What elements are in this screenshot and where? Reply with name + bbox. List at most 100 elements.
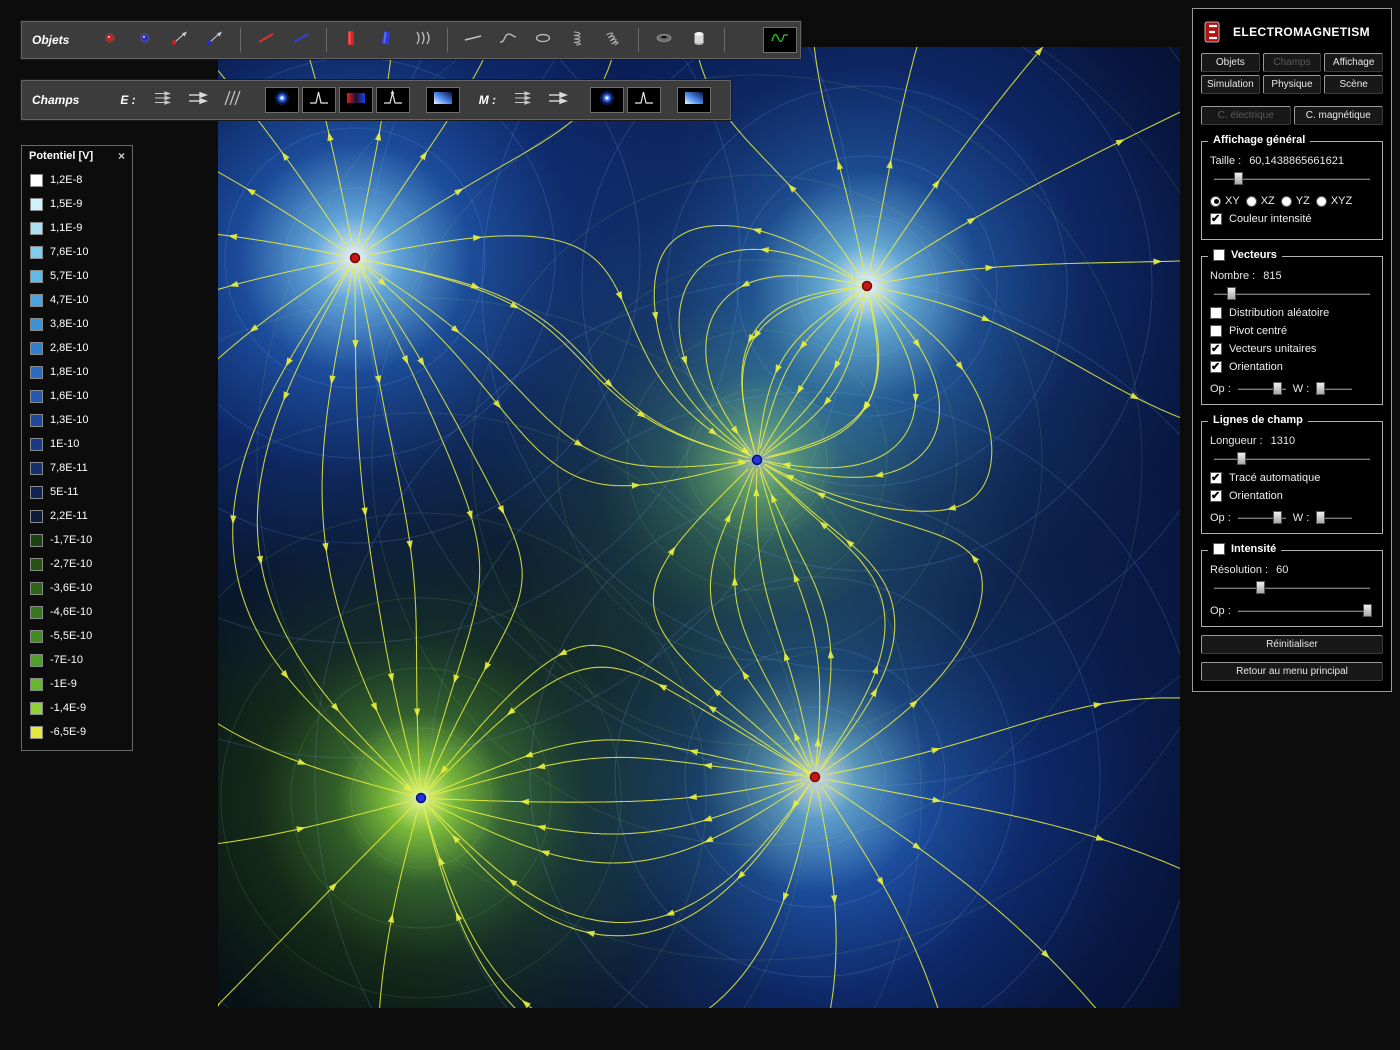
tool-arrows-sm-button[interactable] <box>147 87 179 113</box>
plane-radio-xy[interactable] <box>1210 196 1221 207</box>
tool-vector-blue-button[interactable] <box>199 27 231 53</box>
vecteurs-enable-checkbox[interactable] <box>1213 249 1225 261</box>
slider-thumb[interactable] <box>1256 581 1265 594</box>
nav-button-simulation[interactable]: Simulation <box>1201 75 1260 94</box>
toolbar-separator <box>240 28 241 52</box>
tool-arrows-lg-button[interactable] <box>542 87 574 113</box>
intensite-enable-checkbox[interactable] <box>1213 543 1225 555</box>
legend-entry: 5E-11 <box>22 480 132 504</box>
group-lignes-de-champ: Lignes de champ Longueur : 1310 Tracé au… <box>1201 421 1383 534</box>
tool-ac-source-button[interactable] <box>763 27 797 53</box>
plane-radio-xyz[interactable] <box>1316 196 1327 207</box>
couleur-intensite-checkbox[interactable] <box>1210 213 1222 225</box>
legend-value: 1,6E-10 <box>50 390 89 402</box>
torus-icon <box>653 29 675 52</box>
vecteurs-pivot-centr--checkbox[interactable] <box>1210 325 1222 337</box>
taille-slider[interactable] <box>1212 171 1372 186</box>
tool-peak-arrow-button[interactable] <box>376 87 410 113</box>
legend-color-swatch <box>30 462 43 475</box>
nombre-slider[interactable] <box>1212 286 1372 301</box>
nav-button-sc-ne[interactable]: Scène <box>1324 75 1383 94</box>
lignes-width-slider[interactable] <box>1314 510 1354 525</box>
legend-value: 7,6E-10 <box>50 246 89 258</box>
field-type-tabs: C. électriqueC. magnétique <box>1193 106 1391 125</box>
tool-vector-red-button[interactable] <box>164 27 196 53</box>
tool-magnet-red-button[interactable] <box>336 27 368 53</box>
vecteurs-row: Distribution aléatoire <box>1210 307 1374 319</box>
legend-value: 1,3E-10 <box>50 414 89 426</box>
lignes-opacity-slider[interactable] <box>1236 510 1288 525</box>
tool-particle-blue-button[interactable] <box>129 27 161 53</box>
vecteurs-opacity-slider[interactable] <box>1236 381 1288 396</box>
tool-curve-s-button[interactable] <box>492 27 524 53</box>
tool-loop-button[interactable] <box>527 27 559 53</box>
tool-blue-tile-button[interactable] <box>677 87 711 113</box>
slider-thumb[interactable] <box>1273 382 1282 395</box>
tool-glow-dot-button[interactable] <box>590 87 624 113</box>
tool-torus-button[interactable] <box>648 27 680 53</box>
tool-solenoid-v-button[interactable] <box>562 27 594 53</box>
vecteurs-orientation-checkbox[interactable] <box>1210 361 1222 373</box>
tool-cylinder-button[interactable] <box>683 27 715 53</box>
tool-color-scale-button[interactable] <box>339 87 373 113</box>
legend-value: -1,7E-10 <box>50 534 92 546</box>
tab-c-magn-tique[interactable]: C. magnétique <box>1294 106 1384 125</box>
slider-thumb[interactable] <box>1234 172 1243 185</box>
slider-thumb[interactable] <box>1363 604 1372 617</box>
lignes-trac-automatique-checkbox[interactable] <box>1210 472 1222 484</box>
tool-wire-button[interactable] <box>457 27 489 53</box>
tool-magnet-blue-button[interactable] <box>371 27 403 53</box>
tool-arrows-lg-button[interactable] <box>182 87 214 113</box>
resolution-label: Résolution : <box>1210 564 1268 576</box>
reset-button[interactable]: Réinitialiser <box>1201 635 1383 654</box>
vecteurs-row: Orientation <box>1210 361 1374 373</box>
group-intensite-legend: Intensité <box>1208 543 1281 555</box>
plane-radio-xz[interactable] <box>1246 196 1257 207</box>
slider-thumb[interactable] <box>1273 511 1282 524</box>
tool-particle-red-button[interactable] <box>94 27 126 53</box>
tool-peak-button[interactable] <box>302 87 336 113</box>
close-icon[interactable]: × <box>118 151 125 161</box>
legend-color-swatch <box>30 390 43 403</box>
legend-entry: -5,5E-10 <box>22 624 132 648</box>
nav-button-objets[interactable]: Objets <box>1201 53 1260 72</box>
lignes-orientation-checkbox[interactable] <box>1210 490 1222 502</box>
toolbar-separator <box>326 28 327 52</box>
intensite-opacity-slider[interactable] <box>1236 603 1374 618</box>
longueur-slider[interactable] <box>1212 451 1372 466</box>
tool-solenoid-s-button[interactable] <box>597 27 629 53</box>
tool-coil-button[interactable] <box>406 27 438 53</box>
vecteurs-label: Distribution aléatoire <box>1229 307 1329 319</box>
nav-button-physique[interactable]: Physique <box>1263 75 1322 94</box>
vecteurs-distribution-al-atoire-checkbox[interactable] <box>1210 307 1222 319</box>
nav-button-champs[interactable]: Champs <box>1263 53 1322 72</box>
legend-color-swatch <box>30 558 43 571</box>
tool-slant-lines-button[interactable] <box>217 87 249 113</box>
slider-thumb[interactable] <box>1237 452 1246 465</box>
group-title: Lignes de champ <box>1213 414 1303 426</box>
slider-track <box>1214 587 1370 589</box>
potential-legend-panel: Potentiel [V] × 1,2E-81,5E-91,1E-97,6E-1… <box>21 145 133 751</box>
tool-peak-button[interactable] <box>627 87 661 113</box>
legend-entry: -6,5E-9 <box>22 720 132 744</box>
nav-button-affichage[interactable]: Affichage <box>1324 53 1383 72</box>
slider-thumb[interactable] <box>1316 511 1325 524</box>
tool-blue-tile-button[interactable] <box>426 87 460 113</box>
slider-thumb[interactable] <box>1227 287 1236 300</box>
vecteurs-vecteurs-unitaires-checkbox[interactable] <box>1210 343 1222 355</box>
resolution-slider[interactable] <box>1212 580 1372 595</box>
slider-thumb[interactable] <box>1316 382 1325 395</box>
back-to-menu-button[interactable]: Retour au menu principal <box>1201 662 1383 681</box>
tool-line-blue-button[interactable] <box>285 27 317 53</box>
simulation-canvas[interactable] <box>218 47 1180 1008</box>
plane-radio-yz[interactable] <box>1281 196 1292 207</box>
tool-line-red-button[interactable] <box>250 27 282 53</box>
tool-arrows-sm-button[interactable] <box>507 87 539 113</box>
tab-c-lectrique[interactable]: C. électrique <box>1201 106 1291 125</box>
m-field-label: M : <box>479 93 496 107</box>
group-vecteurs: Vecteurs Nombre : 815 Distribution aléat… <box>1201 256 1383 405</box>
vecteurs-label: Orientation <box>1229 361 1283 373</box>
legend-value: 4,7E-10 <box>50 294 89 306</box>
vecteurs-width-slider[interactable] <box>1314 381 1354 396</box>
tool-glow-dot-button[interactable] <box>265 87 299 113</box>
